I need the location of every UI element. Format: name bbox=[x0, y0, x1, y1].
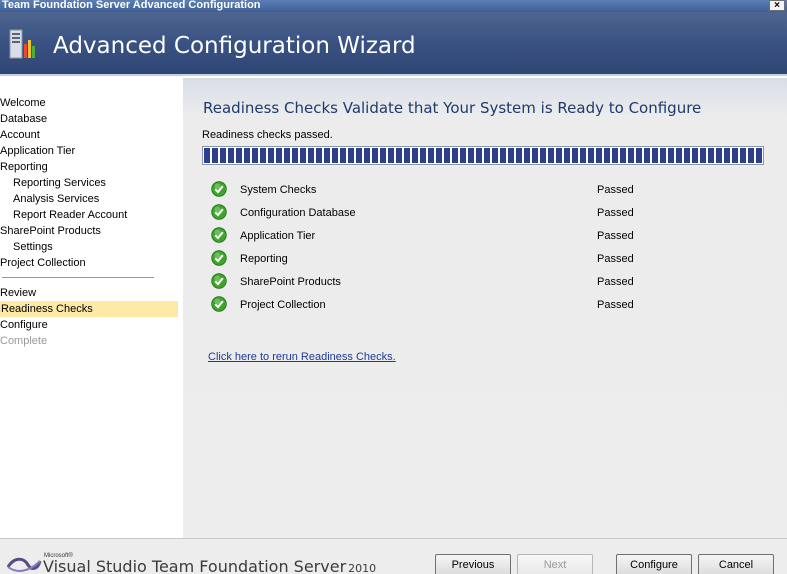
configure-button[interactable]: Configure bbox=[616, 554, 692, 574]
main-panel: Readiness Checks Validate that Your Syst… bbox=[183, 78, 787, 538]
previous-button[interactable]: Previous bbox=[435, 554, 511, 574]
check-name: Project Collection bbox=[240, 299, 326, 311]
wizard-navigation: Welcome Database Account Application Tie… bbox=[0, 78, 183, 538]
cancel-button[interactable]: Cancel bbox=[698, 554, 774, 574]
product-name-text: Visual Studio Team Foundation Server bbox=[43, 557, 347, 574]
nav-item-readiness-checks[interactable]: Readiness Checks bbox=[0, 301, 178, 317]
nav-item-settings[interactable]: Settings bbox=[13, 239, 53, 255]
status-message: Readiness checks passed. bbox=[202, 129, 333, 141]
nav-divider bbox=[2, 277, 154, 278]
nav-item-reporting-services[interactable]: Reporting Services bbox=[13, 175, 106, 191]
visual-studio-logo-icon bbox=[6, 557, 42, 572]
nav-item-account[interactable]: Account bbox=[0, 127, 40, 143]
nav-item-sharepoint-products[interactable]: SharePoint Products bbox=[0, 223, 101, 239]
check-row: Application Tier Passed bbox=[211, 227, 771, 245]
check-row: Project Collection Passed bbox=[211, 296, 771, 314]
nav-item-configure[interactable]: Configure bbox=[0, 317, 48, 333]
check-status: Passed bbox=[597, 299, 634, 311]
check-passed-icon bbox=[211, 204, 227, 220]
check-passed-icon bbox=[211, 250, 227, 266]
nav-item-review[interactable]: Review bbox=[0, 285, 36, 301]
check-passed-icon bbox=[211, 296, 227, 312]
tfs-server-icon bbox=[9, 29, 35, 59]
nav-item-complete: Complete bbox=[0, 335, 48, 347]
nav-item-analysis-services[interactable]: Analysis Services bbox=[13, 191, 99, 207]
nav-item-reporting[interactable]: Reporting bbox=[0, 159, 48, 175]
check-status: Passed bbox=[597, 184, 634, 196]
product-year: 2010 bbox=[348, 562, 377, 574]
check-row: Configuration Database Passed bbox=[211, 204, 771, 222]
window-titlebar: Team Foundation Server Advanced Configur… bbox=[0, 0, 787, 12]
wizard-title: Advanced Configuration Wizard bbox=[53, 33, 416, 59]
nav-item-report-reader-account[interactable]: Report Reader Account bbox=[13, 207, 127, 223]
nav-item-database[interactable]: Database bbox=[0, 111, 47, 127]
check-name: Application Tier bbox=[240, 230, 316, 242]
check-row: Reporting Passed bbox=[211, 250, 771, 268]
check-passed-icon bbox=[211, 273, 227, 289]
check-name: System Checks bbox=[240, 184, 317, 196]
check-row: SharePoint Products Passed bbox=[211, 273, 771, 291]
check-name: Reporting bbox=[240, 253, 288, 265]
check-name: Configuration Database bbox=[240, 207, 356, 219]
check-status: Passed bbox=[597, 253, 634, 265]
next-button: Next bbox=[517, 554, 593, 574]
close-button[interactable]: × bbox=[769, 0, 785, 11]
nav-item-welcome[interactable]: Welcome bbox=[0, 95, 46, 111]
wizard-banner: Advanced Configuration Wizard bbox=[0, 12, 787, 76]
page-title: Readiness Checks Validate that Your Syst… bbox=[203, 99, 702, 117]
nav-item-application-tier[interactable]: Application Tier bbox=[0, 143, 75, 159]
nav-item-project-collection[interactable]: Project Collection bbox=[0, 255, 86, 271]
progress-bar bbox=[202, 146, 764, 165]
check-passed-icon bbox=[211, 181, 227, 197]
check-passed-icon bbox=[211, 227, 227, 243]
check-status: Passed bbox=[597, 230, 634, 242]
check-status: Passed bbox=[597, 276, 634, 288]
progress-fill bbox=[204, 148, 762, 163]
rerun-readiness-checks-link[interactable]: Click here to rerun Readiness Checks. bbox=[208, 351, 396, 363]
wizard-footer: Microsoft® Visual Studio Team Foundation… bbox=[0, 538, 787, 574]
window-title: Team Foundation Server Advanced Configur… bbox=[2, 0, 261, 11]
check-status: Passed bbox=[597, 207, 634, 219]
product-name: Visual Studio Team Foundation Server 2010 bbox=[43, 557, 376, 574]
check-name: SharePoint Products bbox=[240, 276, 341, 288]
check-row: System Checks Passed bbox=[211, 181, 771, 199]
